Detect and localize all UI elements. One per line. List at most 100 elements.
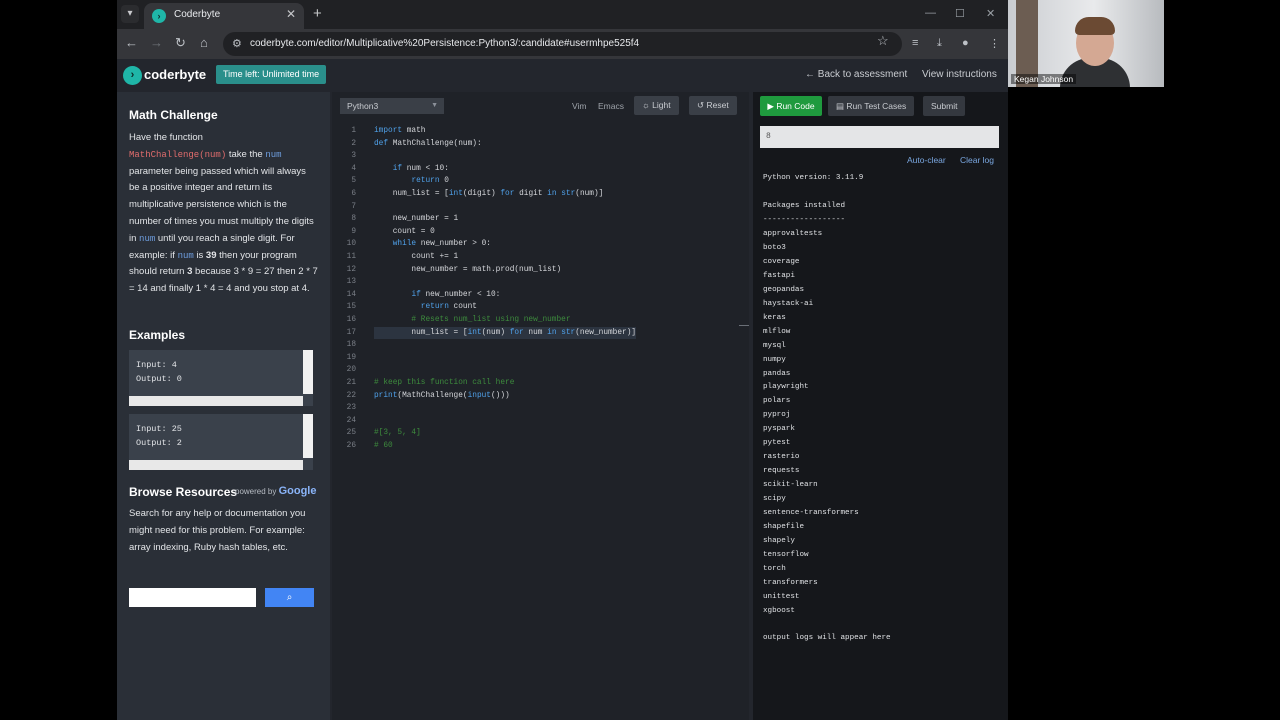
- line-number: 6: [351, 190, 356, 198]
- code-line[interactable]: 24: [332, 415, 742, 428]
- code-line[interactable]: 2 def MathChallenge(num):: [332, 138, 742, 151]
- package-item: pyproj: [763, 411, 791, 420]
- code-text: # keep this function call here: [374, 379, 515, 387]
- forward-arrow-icon[interactable]: →: [150, 35, 163, 50]
- challenge-title: Math Challenge: [129, 108, 218, 122]
- auto-clear-toggle[interactable]: Auto-clear: [907, 155, 946, 165]
- line-number: 24: [346, 416, 356, 425]
- code-line[interactable]: 5 return 0: [332, 175, 742, 188]
- code-line[interactable]: 11 count += 1: [332, 251, 742, 264]
- browser-window: ▾ › Coderbyte ✕ + — ☐ ✕ ← → ↻ ⌂ ⚙ coderb…: [117, 0, 1008, 720]
- code-line[interactable]: 21 # keep this function call here: [332, 377, 742, 390]
- package-item: requests: [763, 467, 800, 476]
- example-output: Output: 0: [136, 374, 182, 384]
- line-number: 20: [346, 366, 356, 375]
- play-icon: ▶: [767, 101, 774, 111]
- maximize-icon[interactable]: ☐: [955, 7, 965, 20]
- more-menu-icon[interactable]: ⋮: [989, 37, 1000, 50]
- package-item: sentence-transformers: [763, 509, 859, 517]
- language-select[interactable]: Python3 ▼: [340, 98, 444, 114]
- code-text: new_number = math.prod(num_list): [374, 265, 562, 274]
- python-version-text: Python version: 3.11.9: [763, 174, 864, 182]
- home-icon[interactable]: ⌂: [200, 35, 208, 50]
- editor-scrollbar[interactable]: [739, 325, 749, 326]
- code-line[interactable]: 20: [332, 364, 742, 377]
- emacs-mode-toggle[interactable]: Emacs: [598, 101, 624, 111]
- vim-mode-toggle[interactable]: Vim: [572, 101, 587, 111]
- example-input: Input: 4: [136, 360, 177, 370]
- line-number: 25: [346, 429, 356, 438]
- chevron-down-icon: ▼: [431, 102, 438, 109]
- browser-tab[interactable]: › Coderbyte ✕: [144, 3, 304, 29]
- new-tab-plus-icon[interactable]: +: [313, 6, 322, 21]
- code-line[interactable]: 19: [332, 352, 742, 365]
- run-test-cases-button[interactable]: ▤ Run Test Cases: [828, 96, 915, 116]
- code-line[interactable]: 12 new_number = math.prod(num_list): [332, 264, 742, 277]
- code-line[interactable]: 8 new_number = 1: [332, 213, 742, 226]
- address-bar[interactable]: ⚙ coderbyte.com/editor/Multiplicative%20…: [223, 32, 902, 56]
- line-number: 2: [351, 139, 356, 148]
- package-item: approvaltests: [763, 230, 823, 238]
- code-line[interactable]: 7: [332, 201, 742, 214]
- code-line[interactable]: 10 while new_number > 0:: [332, 238, 742, 251]
- line-number: 8: [351, 215, 356, 224]
- tab-search-button[interactable]: ▾: [121, 5, 139, 23]
- package-item: transformers: [763, 578, 818, 587]
- reset-button[interactable]: ↺ Reset: [689, 96, 737, 115]
- clear-log-link[interactable]: Clear log: [960, 155, 994, 165]
- media-queue-icon[interactable]: ≡: [912, 37, 918, 49]
- code-editor-panel: Python3 ▼ Vim Emacs ☼ Light ↺ Reset 1 impo…: [332, 92, 749, 720]
- minimize-icon[interactable]: —: [925, 7, 936, 19]
- package-item: tensorflow: [763, 550, 809, 559]
- vertical-scrollbar[interactable]: [303, 414, 313, 458]
- package-item: coverage: [763, 257, 800, 266]
- example-output: Output: 2: [136, 438, 182, 448]
- horizontal-scrollbar[interactable]: [129, 460, 303, 470]
- resource-search-input[interactable]: [129, 588, 256, 607]
- stdin-input[interactable]: 8: [760, 126, 999, 148]
- code-line[interactable]: 18: [332, 339, 742, 352]
- back-arrow-icon[interactable]: ←: [125, 35, 138, 50]
- code-line[interactable]: 25 #[3, 5, 4]: [332, 427, 742, 440]
- code-line[interactable]: 15 return count: [332, 301, 742, 314]
- close-icon[interactable]: ✕: [286, 7, 296, 21]
- code-line[interactable]: 22 print(MathChallenge(input())): [332, 390, 742, 403]
- line-number: 22: [346, 391, 356, 400]
- code-line[interactable]: 6 num_list = [int(digit) for digit in st…: [332, 188, 742, 201]
- code-line[interactable]: 3: [332, 150, 742, 163]
- line-number: 12: [346, 265, 356, 274]
- resource-search-button[interactable]: ⌕: [265, 588, 314, 607]
- challenge-description: Have the function MathChallenge(num) take…: [129, 132, 318, 295]
- view-instructions-link[interactable]: View instructions: [922, 69, 997, 80]
- back-to-assessment-link[interactable]: ← Back to assessment: [805, 69, 907, 80]
- reload-icon[interactable]: ↻: [175, 35, 186, 51]
- site-info-icon[interactable]: ⚙: [232, 37, 242, 50]
- code-line[interactable]: 16 # Resets num_list using new_number: [332, 314, 742, 327]
- submit-button[interactable]: Submit: [923, 96, 966, 116]
- code-line[interactable]: 1 import math: [332, 125, 742, 138]
- package-item: boto3: [763, 243, 786, 252]
- window-close-icon[interactable]: ✕: [986, 7, 995, 20]
- separator-line: ------------------: [763, 216, 846, 224]
- code-text: count += 1: [374, 253, 459, 261]
- horizontal-scrollbar[interactable]: [129, 396, 303, 406]
- code-line[interactable]: 23: [332, 402, 742, 415]
- challenge-panel: Math Challenge Have the function MathChal…: [117, 92, 330, 720]
- app-header: › coderbyte Time left: Unlimited time ← …: [117, 59, 1008, 92]
- code-line[interactable]: 9 count = 0: [332, 226, 742, 239]
- run-code-button[interactable]: ▶ Run Code: [760, 96, 822, 116]
- bookmark-star-icon[interactable]: ☆: [877, 33, 889, 49]
- code-line[interactable]: 14 if new_number < 10:: [332, 289, 742, 302]
- app-logo-text: coderbyte: [144, 67, 207, 82]
- package-item: fastapi: [763, 271, 795, 280]
- package-item: haystack-ai: [763, 299, 814, 308]
- code-line[interactable]: 13: [332, 276, 742, 289]
- code-line[interactable]: 17 num_list = [int(num) for num in str(n…: [332, 326, 742, 340]
- profile-avatar-icon[interactable]: ●: [962, 37, 969, 49]
- code-line[interactable]: 4 if num < 10:: [332, 163, 742, 176]
- light-theme-button[interactable]: ☼ Light: [634, 96, 679, 115]
- vertical-scrollbar[interactable]: [303, 350, 313, 394]
- search-icon: ⌕: [286, 592, 293, 603]
- code-line[interactable]: 26 # 60: [332, 440, 742, 453]
- download-icon[interactable]: ⤓: [937, 37, 942, 50]
